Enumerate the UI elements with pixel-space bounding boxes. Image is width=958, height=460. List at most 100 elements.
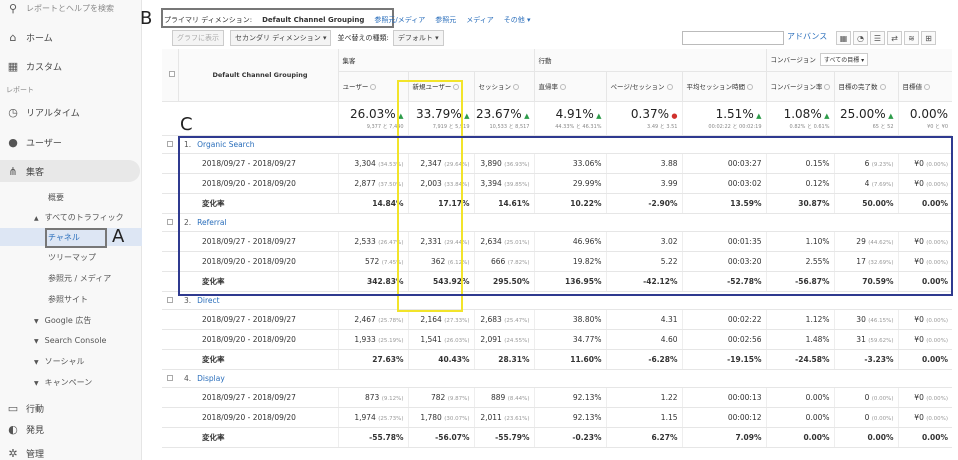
table-cell: 782 (9.87%)	[407, 387, 474, 408]
cell-share: (30.07%)	[444, 415, 470, 422]
help-icon[interactable]	[666, 84, 673, 90]
sidebar-sub-google-ads[interactable]: ▼ Google 広告	[34, 315, 91, 326]
summary-value: 1.08%	[783, 106, 822, 121]
sidebar-item-audience[interactable]: ● ユーザー	[0, 131, 142, 153]
sidebar-item-conversion[interactable]: ◐ 発見	[0, 418, 142, 440]
table-cell: 34.77%	[533, 329, 606, 350]
customize-icon: ▦	[7, 59, 19, 73]
cell-share: (9.87%)	[447, 395, 470, 402]
table-cell: 00:00:12	[681, 407, 766, 428]
sidebar-item-customize[interactable]: ▦ カスタム	[0, 55, 142, 77]
sidebar-item-realtime[interactable]: ◷ リアルタイム	[0, 101, 142, 123]
cell-value: ¥0	[914, 314, 924, 324]
performance-view-icon[interactable]: ☰	[870, 31, 885, 45]
column-header[interactable]: コンバージョン率	[765, 71, 834, 102]
goal-select[interactable]: すべての目標 ▾	[819, 53, 869, 67]
sort-type-select[interactable]: デフォルト ▾	[392, 30, 444, 46]
cell-value: 889	[491, 392, 506, 402]
row-checkbox[interactable]	[162, 291, 178, 310]
pivot-view-icon[interactable]: ⊞	[921, 31, 936, 45]
advanced-filter-link[interactable]: アドバンス	[787, 31, 827, 42]
sidebar-sub-referrals[interactable]: 参照サイト	[48, 294, 88, 305]
column-header[interactable]: 平均セッション時間	[681, 71, 766, 102]
summary-cell: 4.91% ▲ 44.33% と 46.31%	[533, 101, 606, 136]
cell-value: 1.12%	[805, 314, 830, 324]
change-cell: 0.00%	[833, 427, 898, 448]
row-spacer	[162, 407, 178, 428]
cell-value: 2,467	[354, 314, 376, 324]
period-label: 2018/09/27 - 2018/09/27	[178, 387, 338, 408]
sidebar-item-behavior[interactable]: ▭ 行動	[0, 397, 142, 419]
sidebar-sub-all-traffic[interactable]: ▲ すべてのトラフィック	[34, 212, 124, 223]
cell-value: 0.00%	[805, 392, 830, 402]
dimension-option-source[interactable]: 参照元	[435, 15, 456, 25]
change-cell: -3.23%	[833, 349, 898, 370]
table-view-icon[interactable]: ▦	[836, 31, 851, 45]
dimension-option-medium[interactable]: メディア	[466, 15, 494, 25]
column-header[interactable]: 目標値	[897, 71, 952, 102]
sidebar-item-home[interactable]: ⌂ ホーム	[0, 26, 142, 48]
dimension-header[interactable]: Default Channel Grouping	[177, 49, 338, 102]
column-header[interactable]: 直帰率	[533, 71, 606, 102]
sidebar-sub-overview[interactable]: 概要	[48, 192, 64, 203]
cell-value: ¥0	[914, 334, 924, 344]
help-icon[interactable]	[879, 84, 886, 90]
sidebar-search[interactable]: ⚲ レポートとヘルプを検索	[0, 0, 142, 16]
summary-value: 25.00%	[839, 106, 886, 121]
help-icon[interactable]	[924, 84, 930, 90]
dimension-option-other[interactable]: その他 ▾	[504, 15, 531, 25]
caret-right-icon: ▼	[34, 338, 39, 345]
table-cell: ¥0 (0.00%)	[897, 387, 952, 408]
sidebar-sub-search-console[interactable]: ▼ Search Console	[34, 336, 106, 345]
row-spacer	[162, 251, 178, 272]
summary-value: 1.51%	[715, 106, 754, 121]
column-header[interactable]: セッション	[473, 71, 534, 102]
cell-value: 34.77%	[572, 334, 602, 344]
row-spacer	[162, 173, 178, 194]
percentage-view-icon[interactable]: ◔	[853, 31, 868, 45]
column-header-label: セッション	[478, 83, 512, 91]
row-checkbox[interactable]	[162, 213, 178, 232]
column-header[interactable]: 目標の完了数	[833, 71, 898, 102]
summary-cell: 25.00% ▲ 65 と 52	[833, 101, 898, 136]
table-search-input[interactable]	[682, 31, 784, 45]
sidebar-sub-campaigns[interactable]: ▼ キャンペーン	[34, 377, 92, 388]
term-cloud-view-icon[interactable]: ≋	[904, 31, 919, 45]
select-all-checkbox[interactable]	[162, 49, 178, 102]
comparison-view-icon[interactable]: ⇄	[887, 31, 902, 45]
row-number: 4.	[184, 373, 192, 383]
help-icon[interactable]	[747, 84, 753, 90]
sidebar-item-acquisition[interactable]: ⋔ 集客	[0, 160, 140, 182]
table-cell: 4.60	[605, 329, 682, 350]
help-icon[interactable]	[560, 84, 566, 90]
table-cell: 0 (0.00%)	[833, 407, 898, 428]
table-cell: 92.13%	[533, 407, 606, 428]
sidebar-sub-source-medium[interactable]: 参照元 / メディア	[48, 273, 111, 284]
table-cell: 0.00%	[765, 407, 834, 428]
plot-rows-button[interactable]: グラフに表示	[172, 30, 224, 46]
channel-link[interactable]: Direct	[197, 296, 219, 305]
cell-value: 0.00%	[805, 412, 830, 422]
help-icon[interactable]	[824, 84, 831, 90]
column-header-label: 平均セッション時間	[686, 83, 746, 91]
summary-subtext: ¥0 と ¥0	[927, 123, 948, 130]
sidebar-item-admin[interactable]: ✲ 管理	[0, 446, 142, 460]
trend-icon: ●	[671, 111, 678, 120]
table-toolbar: グラフに表示 セカンダリ ディメンション ▾ 並べ替えの種類: デフォルト ▾	[172, 30, 450, 46]
help-icon[interactable]	[370, 84, 377, 90]
secondary-dimension-select[interactable]: セカンダリ ディメンション ▾	[230, 30, 332, 46]
table-cell: 00:02:56	[681, 329, 766, 350]
cell-value: 0	[864, 412, 870, 422]
row-checkbox[interactable]	[162, 369, 178, 388]
column-header[interactable]: ページ/セッション	[605, 71, 682, 102]
sidebar-sub-social[interactable]: ▼ ソーシャル	[34, 356, 84, 367]
sidebar-sub-treemap[interactable]: ツリーマップ	[48, 252, 96, 263]
cell-share: (24.55%)	[504, 337, 530, 344]
table-cell: 1,541 (26.03%)	[407, 329, 474, 350]
dimension-option-source-medium[interactable]: 参照元/メディア	[374, 15, 425, 25]
lightbulb-icon: ◐	[8, 422, 18, 436]
row-checkbox[interactable]	[162, 135, 178, 154]
help-icon[interactable]	[513, 84, 519, 90]
row-spacer	[162, 193, 178, 214]
channel-link[interactable]: Display	[197, 374, 225, 383]
